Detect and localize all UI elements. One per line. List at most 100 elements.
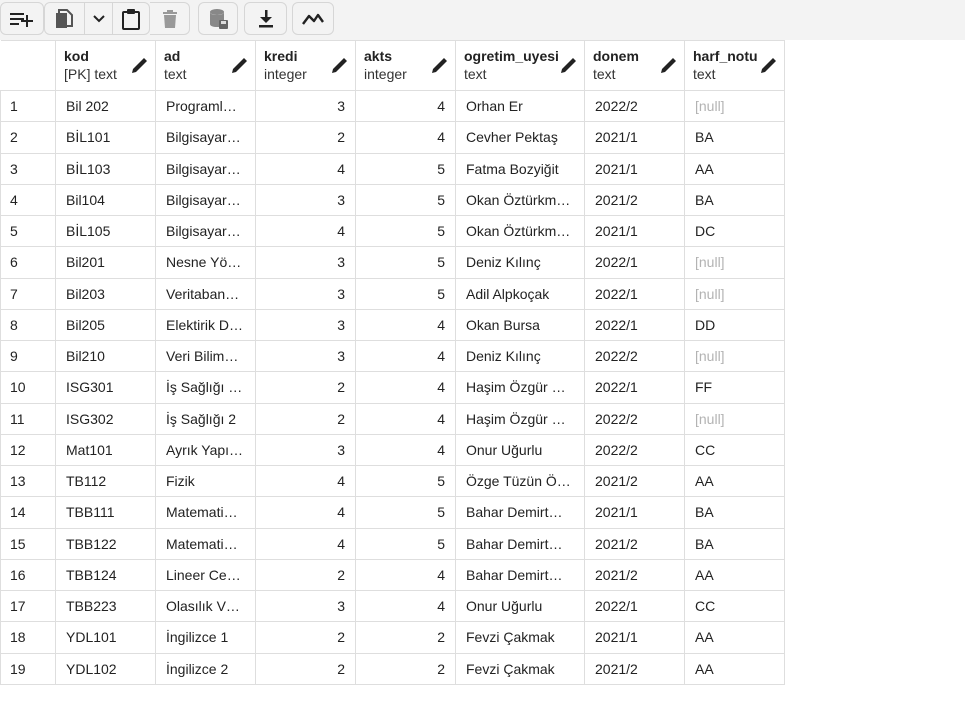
table-cell-akts[interactable]: 4 — [355, 433, 456, 467]
table-cell-kredi[interactable]: 3 — [255, 183, 356, 217]
table-cell-kredi[interactable]: 3 — [255, 89, 356, 123]
table-cell-ogretim-uyesi[interactable]: Özge Tüzün Ö… — [455, 464, 585, 498]
table-cell-harf-notu[interactable]: CC — [684, 589, 785, 623]
table-cell-donem[interactable]: 2022/1 — [584, 246, 685, 279]
table-cell-kredi[interactable]: 2 — [255, 371, 356, 404]
table-row[interactable]: 3 BİL103 Bilgisayar… 4 5 Fatma Bozyiğit 2021/1… — [0, 152, 785, 185]
row-number[interactable]: 18 — [0, 621, 56, 654]
table-cell-kod[interactable]: BİL101 — [55, 121, 156, 154]
row-number-header[interactable] — [0, 40, 56, 91]
save-data-button[interactable] — [198, 2, 238, 35]
table-cell-harf-notu[interactable]: AA — [684, 464, 785, 498]
table-cell-donem[interactable]: 2022/1 — [584, 589, 685, 623]
table-cell-akts[interactable]: 4 — [355, 339, 456, 373]
table-cell-donem[interactable]: 2021/2 — [584, 558, 685, 592]
row-number[interactable]: 14 — [0, 496, 56, 529]
table-cell-donem[interactable]: 2022/1 — [584, 277, 685, 310]
table-cell-kredi[interactable]: 2 — [255, 402, 356, 435]
table-cell-ogretim-uyesi[interactable]: Deniz Kılınç — [455, 246, 585, 279]
column-header-ad[interactable]: ad text — [155, 40, 256, 91]
table-cell-donem[interactable]: 2021/1 — [584, 152, 685, 185]
table-cell-donem[interactable]: 2021/2 — [584, 183, 685, 217]
table-cell-ad[interactable]: Fizik — [155, 464, 256, 498]
table-cell-akts[interactable]: 4 — [355, 402, 456, 435]
table-cell-ogretim-uyesi[interactable]: Fevzi Çakmak — [455, 621, 585, 654]
edit-icon[interactable] — [759, 57, 777, 75]
table-cell-ad[interactable]: Matemati… — [155, 527, 256, 560]
paste-button[interactable] — [113, 3, 149, 34]
table-cell-kod[interactable]: BİL105 — [55, 214, 156, 248]
table-cell-kredi[interactable]: 4 — [255, 527, 356, 560]
table-cell-akts[interactable]: 5 — [355, 277, 456, 310]
table-row[interactable]: 18 YDL101 İngilizce 1 2 2 Fevzi Çakmak 2021/1 A… — [0, 621, 785, 654]
row-number[interactable]: 7 — [0, 277, 56, 310]
table-cell-ogretim-uyesi[interactable]: Orhan Er — [455, 89, 585, 123]
table-cell-akts[interactable]: 5 — [355, 246, 456, 279]
table-cell-kredi[interactable]: 3 — [255, 339, 356, 373]
table-cell-akts[interactable]: 4 — [355, 371, 456, 404]
table-row[interactable]: 16 TBB124 Lineer Ce… 2 4 Bahar Demirt… 2021/2 A… — [0, 558, 785, 592]
table-row[interactable]: 8 Bil205 Elektirik D… 3 4 Okan Bursa 2022/1 DD — [0, 308, 785, 342]
table-cell-kod[interactable]: ISG301 — [55, 371, 156, 404]
table-cell-donem[interactable]: 2021/2 — [584, 464, 685, 498]
table-cell-ogretim-uyesi[interactable]: Deniz Kılınç — [455, 339, 585, 373]
row-number[interactable]: 8 — [0, 308, 56, 342]
table-cell-ogretim-uyesi[interactable]: Fevzi Çakmak — [455, 652, 585, 685]
table-cell-kredi[interactable]: 3 — [255, 308, 356, 342]
table-cell-ogretim-uyesi[interactable]: Bahar Demirt… — [455, 558, 585, 592]
row-number[interactable]: 19 — [0, 652, 56, 685]
table-cell-harf-notu[interactable]: FF — [684, 371, 785, 404]
table-cell-ad[interactable]: Programl… — [155, 89, 256, 123]
column-header-kredi[interactable]: kredi integer — [255, 40, 356, 91]
table-cell-donem[interactable]: 2022/2 — [584, 339, 685, 373]
row-number[interactable]: 10 — [0, 371, 56, 404]
table-cell-ad[interactable]: Lineer Ce… — [155, 558, 256, 592]
table-cell-kod[interactable]: YDL101 — [55, 621, 156, 654]
table-cell-ogretim-uyesi[interactable]: Bahar Demirt… — [455, 496, 585, 529]
table-cell-kredi[interactable]: 3 — [255, 246, 356, 279]
table-cell-akts[interactable]: 4 — [355, 589, 456, 623]
row-number[interactable]: 13 — [0, 464, 56, 498]
table-cell-kredi[interactable]: 4 — [255, 152, 356, 185]
table-cell-donem[interactable]: 2021/1 — [584, 621, 685, 654]
edit-icon[interactable] — [330, 57, 348, 75]
table-cell-akts[interactable]: 2 — [355, 621, 456, 654]
graph-visualiser-button[interactable] — [292, 2, 334, 35]
copy-button[interactable] — [45, 3, 85, 34]
table-cell-akts[interactable]: 4 — [355, 89, 456, 123]
table-cell-kod[interactable]: Bil210 — [55, 339, 156, 373]
edit-icon[interactable] — [559, 57, 577, 75]
row-number[interactable]: 1 — [0, 89, 56, 123]
table-row[interactable]: 19 YDL102 İngilizce 2 2 2 Fevzi Çakmak 2021/2 A… — [0, 652, 785, 685]
column-header-kod[interactable]: kod [PK] text — [55, 40, 156, 91]
table-row[interactable]: 5 BİL105 Bilgisayar… 4 5 Okan Öztürkm… 2021/1 D… — [0, 214, 785, 248]
table-cell-kredi[interactable]: 2 — [255, 652, 356, 685]
row-number[interactable]: 2 — [0, 121, 56, 154]
table-cell-kod[interactable]: Mat101 — [55, 433, 156, 467]
table-cell-akts[interactable]: 5 — [355, 496, 456, 529]
table-cell-harf-notu[interactable]: BA — [684, 121, 785, 154]
table-cell-akts[interactable]: 4 — [355, 121, 456, 154]
table-cell-ogretim-uyesi[interactable]: Okan Bursa — [455, 308, 585, 342]
table-cell-donem[interactable]: 2021/1 — [584, 214, 685, 248]
table-cell-donem[interactable]: 2021/2 — [584, 652, 685, 685]
table-cell-harf-notu[interactable]: DD — [684, 308, 785, 342]
table-cell-akts[interactable]: 5 — [355, 527, 456, 560]
row-number[interactable]: 9 — [0, 339, 56, 373]
copy-options-dropdown[interactable] — [85, 3, 113, 34]
column-header-donem[interactable]: donem text — [584, 40, 685, 91]
table-cell-kredi[interactable]: 4 — [255, 464, 356, 498]
table-cell-akts[interactable]: 5 — [355, 152, 456, 185]
column-header-akts[interactable]: akts integer — [355, 40, 456, 91]
table-cell-ad[interactable]: İş Sağlığı 2 — [155, 402, 256, 435]
table-cell-donem[interactable]: 2022/1 — [584, 371, 685, 404]
table-cell-kod[interactable]: Bil205 — [55, 308, 156, 342]
table-cell-ad[interactable]: Bilgisayar… — [155, 214, 256, 248]
row-number[interactable]: 11 — [0, 402, 56, 435]
table-cell-donem[interactable]: 2021/1 — [584, 121, 685, 154]
row-number[interactable]: 16 — [0, 558, 56, 592]
table-row[interactable]: 17 TBB223 Olasılık V… 3 4 Onur Uğurlu 2022/1 CC — [0, 589, 785, 623]
add-row-button[interactable] — [0, 2, 44, 35]
table-cell-ad[interactable]: Veri Bilim… — [155, 339, 256, 373]
table-cell-kod[interactable]: Bil201 — [55, 246, 156, 279]
